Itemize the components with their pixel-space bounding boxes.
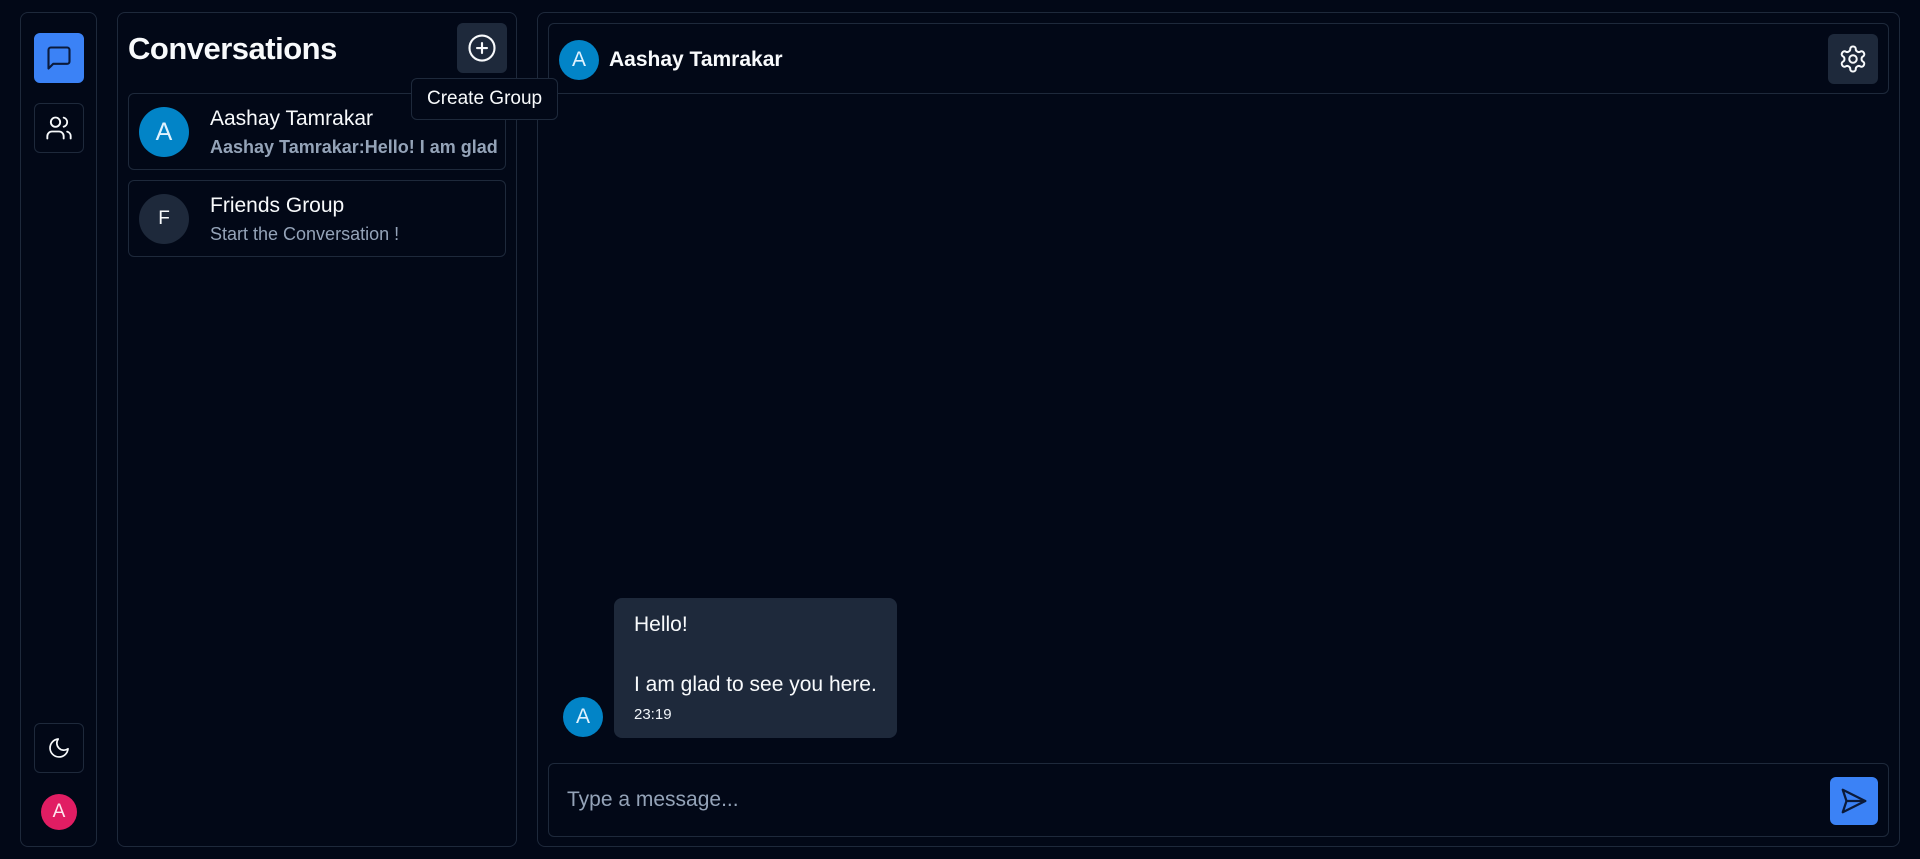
chat-header: A Aashay Tamrakar — [548, 23, 1889, 94]
conversation-name: Aashay Tamrakar — [210, 107, 374, 130]
message-bubble: Hello! I am glad to see you here. 23:19 — [614, 598, 897, 738]
conversation-preview: Start the Conversation ! — [210, 224, 400, 244]
chat-bubble-icon — [47, 46, 71, 70]
avatar-initial: A — [575, 705, 590, 728]
conversation-item-friends-group[interactable]: F Friends Group Start the Conversation ! — [128, 180, 506, 257]
users-nav-button[interactable] — [34, 103, 84, 153]
avatar-initial: A — [571, 48, 586, 71]
message-input[interactable] — [549, 764, 1809, 836]
conversations-title: Conversations — [128, 31, 337, 66]
chat-settings-button[interactable] — [1828, 34, 1878, 84]
message-avatar: A — [563, 697, 603, 737]
user-avatar-initial: A — [52, 801, 66, 822]
user-avatar[interactable]: A — [41, 794, 77, 830]
theme-toggle-button[interactable] — [34, 723, 84, 773]
conversation-avatar: A — [139, 107, 189, 157]
message-composer — [548, 763, 1889, 837]
send-icon — [1841, 788, 1867, 814]
chat-panel: A Aashay Tamrakar A Hello! I am glad to … — [537, 12, 1900, 847]
chat-header-name[interactable]: Aashay Tamrakar — [609, 48, 783, 72]
send-button[interactable] — [1830, 777, 1878, 825]
conversations-panel: Conversations Create Group A Aashay Tamr… — [117, 12, 559, 847]
conversation-name: Friends Group — [210, 194, 345, 217]
conversation-avatar: F — [139, 194, 189, 244]
avatar-initial: A — [155, 117, 173, 146]
moon-icon — [49, 738, 69, 758]
message-timestamp: 23:19 — [634, 706, 672, 723]
nav-rail: A — [20, 12, 97, 847]
message-line: Hello! — [634, 613, 688, 636]
conversation-preview: Aashay Tamrakar:Hello! I am glad to see … — [210, 137, 500, 157]
create-group-tooltip: Create Group — [411, 78, 559, 120]
avatar-initial: F — [158, 208, 170, 229]
create-group-button[interactable] — [457, 23, 507, 73]
chats-nav-button[interactable] — [34, 33, 84, 83]
users-icon — [46, 116, 72, 140]
plus-circle-icon — [468, 34, 496, 62]
message-line: I am glad to see you here. — [634, 673, 877, 696]
chat-header-avatar[interactable]: A — [559, 40, 599, 80]
gear-icon — [1840, 45, 1866, 73]
